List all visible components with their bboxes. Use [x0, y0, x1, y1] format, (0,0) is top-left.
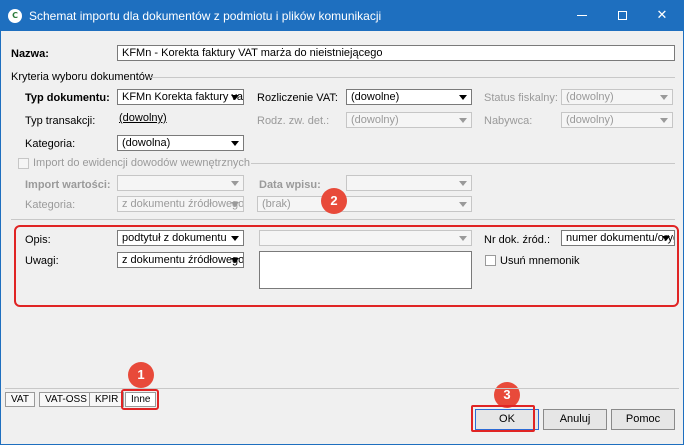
cancel-button[interactable]: Anuluj [543, 409, 607, 430]
section-divider [11, 219, 675, 220]
bottom-divider [5, 388, 679, 389]
annotation-badge-2: 2 [321, 188, 347, 214]
title-bar[interactable]: C Schemat importu dla dokumentów z podmi… [1, 1, 683, 31]
chevron-down-icon [231, 141, 239, 146]
chevron-down-icon [459, 236, 467, 241]
app-logo-icon: C [8, 9, 22, 23]
transaction-type-link[interactable]: (dowolny) [119, 112, 167, 124]
transaction-type-label: Typ transakcji: [25, 115, 96, 127]
fiscal-status-label: Status fiskalny: [484, 92, 558, 104]
buyer-select: (dowolny) [561, 112, 673, 128]
criteria-divider [151, 77, 675, 78]
category-select[interactable]: (dowolna) [117, 135, 244, 151]
vat-settlement-select[interactable]: (dowolne) [346, 89, 472, 105]
name-input[interactable]: KFMn - Korekta faktury VAT marża do niei… [117, 45, 675, 61]
close-icon: ✕ [656, 8, 668, 23]
annotation-badge-1: 1 [128, 362, 154, 388]
chevron-down-icon [231, 236, 239, 241]
desc-extra-select [259, 230, 472, 246]
ii-category-value: z dokumentu źródłowego [122, 198, 244, 210]
desc-label: Opis: [25, 234, 51, 246]
entry-date-label: Data wpisu: [259, 179, 321, 191]
category-value: (dowolna) [122, 137, 171, 149]
vat-settlement-value: (dowolne) [351, 91, 400, 103]
chevron-down-icon [231, 95, 239, 100]
ok-button-highlight [471, 405, 535, 432]
doc-kind-select: (dowolny) [346, 112, 472, 128]
internal-import-checkbox[interactable] [18, 158, 29, 169]
source-doc-value: numer dokumentu/oryg [566, 232, 675, 244]
chevron-down-icon [459, 181, 467, 186]
help-button[interactable]: Pomoc [611, 409, 675, 430]
import-schema-window: C Schemat importu dla dokumentów z podmi… [0, 0, 684, 445]
buyer-label: Nabywca: [484, 115, 533, 127]
chevron-down-icon [459, 118, 467, 123]
vat-settlement-label: Rozliczenie VAT: [257, 92, 338, 104]
window-title: Schemat importu dla dokumentów z podmiot… [29, 9, 382, 23]
remove-mnemonic-checkbox[interactable] [485, 255, 496, 266]
chevron-down-icon [660, 95, 668, 100]
chevron-down-icon [459, 95, 467, 100]
chevron-down-icon [662, 236, 670, 241]
buyer-value: (dowolny) [566, 114, 614, 126]
remove-mnemonic-label: Usuń mnemonik [500, 255, 580, 267]
source-doc-label: Nr dok. źród.: [484, 234, 551, 246]
doc-type-value: KFMn Korekta faktury vat [122, 91, 244, 103]
fiscal-status-value: (dowolny) [566, 91, 614, 103]
import-values-select [117, 175, 244, 191]
chevron-down-icon [231, 202, 239, 207]
doc-kind-value: (dowolny) [351, 114, 399, 126]
desc-value: podtytuł z dokumentu [122, 232, 227, 244]
source-doc-select[interactable]: numer dokumentu/oryg [561, 230, 675, 246]
minimize-icon [577, 15, 587, 16]
ii-category-select: z dokumentu źródłowego [117, 196, 244, 212]
maximize-button[interactable] [602, 1, 642, 31]
internal-import-label: Import do ewidencji dowodów wewnętrznych [33, 157, 251, 169]
desc-select[interactable]: podtytuł z dokumentu [117, 230, 244, 246]
criteria-section-label: Kryteria wyboru dokumentów [11, 71, 153, 83]
tab-vat[interactable]: VAT [5, 392, 35, 407]
tab-vat-oss[interactable]: VAT-OSS [39, 392, 93, 407]
ii-category-label: Kategoria: [25, 199, 76, 211]
chevron-down-icon [231, 258, 239, 263]
chevron-down-icon [231, 181, 239, 186]
notes-value: z dokumentu źródłowego [122, 254, 244, 266]
notes-label: Uwagi: [25, 255, 59, 267]
chevron-down-icon [459, 202, 467, 207]
doc-type-select[interactable]: KFMn Korekta faktury vat [117, 89, 244, 105]
import-values-label: Import wartości: [25, 179, 111, 191]
ii-extra-value: (brak) [262, 198, 291, 210]
doc-kind-label: Rodz. zw. det.: [257, 115, 330, 127]
doc-type-label: Typ dokumentu: [25, 92, 110, 104]
tab-kpir[interactable]: KPIR [89, 392, 125, 407]
internal-import-divider [251, 163, 675, 164]
minimize-button[interactable] [562, 1, 602, 31]
tab-inne-highlight [121, 389, 159, 410]
entry-date-select [346, 175, 472, 191]
chevron-down-icon [660, 118, 668, 123]
category-label: Kategoria: [25, 138, 76, 150]
fiscal-status-select: (dowolny) [561, 89, 673, 105]
ii-extra-select: (brak) [257, 196, 472, 212]
close-button[interactable]: ✕ [642, 1, 682, 31]
notes-textarea[interactable] [259, 251, 472, 289]
notes-select[interactable]: z dokumentu źródłowego [117, 252, 244, 268]
name-label: Nazwa: [11, 48, 49, 60]
maximize-icon [617, 11, 627, 20]
